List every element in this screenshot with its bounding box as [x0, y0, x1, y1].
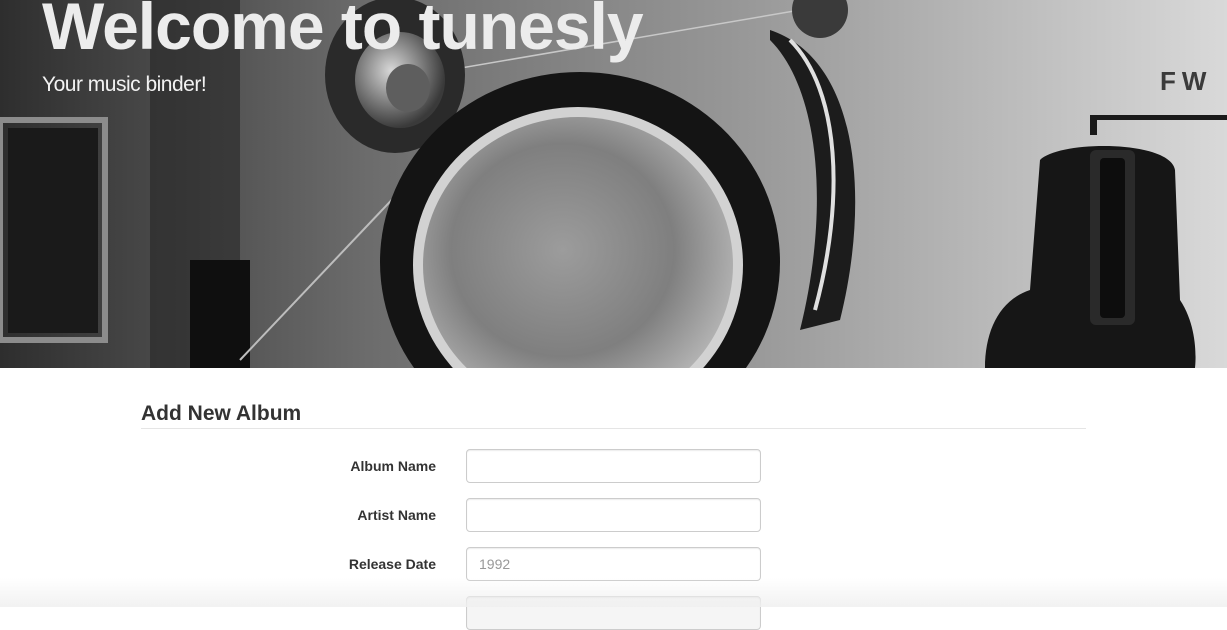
album-name-input[interactable]	[466, 449, 761, 483]
section-divider	[141, 428, 1086, 429]
hero-subtitle: Your music binder!	[42, 73, 207, 96]
release-date-label: Release Date	[348, 556, 436, 572]
hero-banner: FW Welcome to tunesly Your music binder!	[0, 0, 1227, 368]
section-heading: Add New Album	[141, 402, 302, 425]
artist-name-label: Artist Name	[357, 507, 436, 523]
hero-title: Welcome to tunesly	[42, 0, 644, 63]
artist-name-row: Artist Name	[0, 498, 1227, 532]
additional-field-input[interactable]	[466, 596, 761, 630]
artist-name-input[interactable]	[466, 498, 761, 532]
release-date-input[interactable]	[466, 547, 761, 581]
album-name-label: Album Name	[350, 458, 436, 474]
additional-field-row	[0, 596, 1227, 630]
album-name-row: Album Name	[0, 449, 1227, 483]
device-label: FW	[1160, 66, 1212, 96]
release-date-row: Release Date	[0, 547, 1227, 581]
